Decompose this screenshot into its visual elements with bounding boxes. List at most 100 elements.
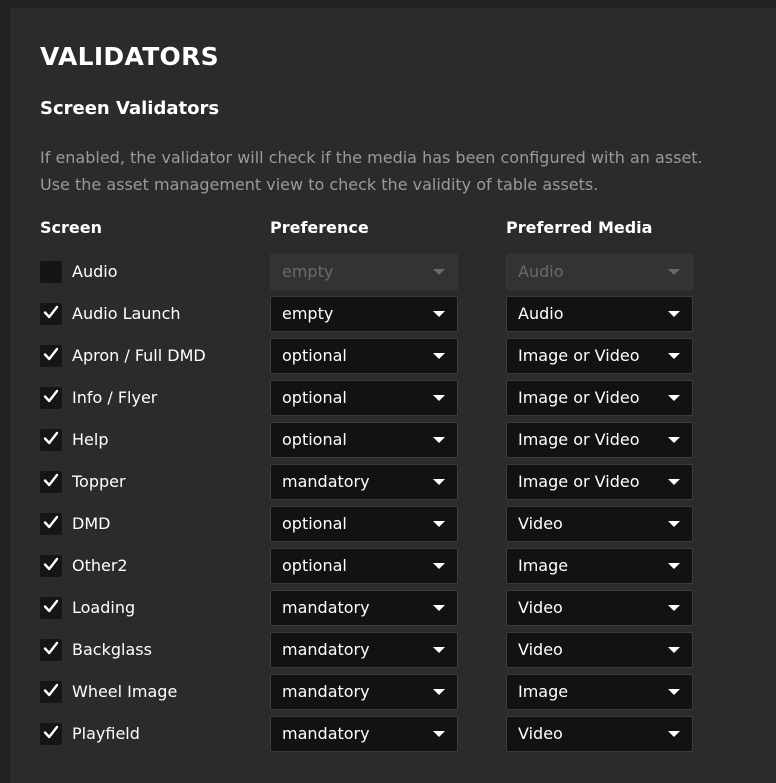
screen-label: Other2 — [72, 556, 128, 575]
preference-dropdown[interactable]: optional — [270, 506, 458, 542]
validator-row: Wheel Image mandatory Image — [10, 674, 776, 710]
preferred-media-value: Image — [518, 682, 569, 701]
preferred-media-dropdown[interactable]: Image — [506, 674, 693, 710]
preference-dropdown[interactable]: mandatory — [270, 632, 458, 668]
preference-value: empty — [282, 304, 334, 323]
enable-checkbox[interactable] — [40, 345, 62, 367]
preference-value: optional — [282, 430, 347, 449]
preference-dropdown[interactable]: optional — [270, 338, 458, 374]
chevron-down-icon — [433, 269, 445, 275]
screen-label: Playfield — [72, 724, 140, 743]
enable-checkbox[interactable] — [40, 513, 62, 535]
preferred-media-dropdown[interactable]: Video — [506, 716, 693, 752]
screen-label: Help — [72, 430, 109, 449]
enable-checkbox[interactable] — [40, 429, 62, 451]
preference-value: empty — [282, 262, 334, 281]
enable-checkbox[interactable] — [40, 555, 62, 577]
screen-label: DMD — [72, 514, 111, 533]
preferred-media-value: Image — [518, 556, 569, 575]
validator-row: Help optional Image or Video — [10, 422, 776, 458]
description-line-2: Use the asset management view to check t… — [40, 175, 599, 194]
preferred-media-dropdown[interactable]: Image or Video — [506, 464, 693, 500]
validator-row: Apron / Full DMD optional Image or Video — [10, 338, 776, 374]
preference-value: mandatory — [282, 640, 370, 659]
validator-row: Audio Launch empty Audio — [10, 296, 776, 332]
preferred-media-dropdown[interactable]: Video — [506, 632, 693, 668]
chevron-down-icon — [668, 395, 680, 401]
validator-row: Info / Flyer optional Image or Video — [10, 380, 776, 416]
preference-value: optional — [282, 388, 347, 407]
validator-row: Topper mandatory Image or Video — [10, 464, 776, 500]
chevron-down-icon — [433, 479, 445, 485]
screen-label: Topper — [72, 472, 126, 491]
enable-checkbox[interactable] — [40, 303, 62, 325]
preference-dropdown[interactable]: empty — [270, 296, 458, 332]
chevron-down-icon — [433, 563, 445, 569]
validator-row: Other2 optional Image — [10, 548, 776, 584]
preferred-media-value: Image or Video — [518, 388, 640, 407]
chevron-down-icon — [433, 689, 445, 695]
enable-checkbox[interactable] — [40, 681, 62, 703]
chevron-down-icon — [668, 563, 680, 569]
preference-value: optional — [282, 346, 347, 365]
checkmark-icon — [42, 597, 60, 619]
preference-dropdown[interactable]: optional — [270, 422, 458, 458]
chevron-down-icon — [668, 479, 680, 485]
validator-row: DMD optional Video — [10, 506, 776, 542]
preferred-media-dropdown[interactable]: Image — [506, 548, 693, 584]
chevron-down-icon — [668, 437, 680, 443]
chevron-down-icon — [668, 605, 680, 611]
checkmark-icon — [42, 345, 60, 367]
chevron-down-icon — [433, 731, 445, 737]
section-title: Screen Validators — [40, 98, 220, 119]
validators-panel: VALIDATORS Screen Validators If enabled,… — [10, 8, 776, 783]
column-header-preference: Preference — [270, 218, 369, 237]
preferred-media-value: Audio — [518, 262, 564, 281]
screen-label: Wheel Image — [72, 682, 178, 701]
preference-value: optional — [282, 556, 347, 575]
enable-checkbox[interactable] — [40, 639, 62, 661]
preferred-media-value: Audio — [518, 304, 564, 323]
preferred-media-dropdown[interactable]: Video — [506, 590, 693, 626]
preferred-media-dropdown[interactable]: Audio — [506, 296, 693, 332]
checkmark-icon — [42, 639, 60, 661]
preferred-media-value: Video — [518, 514, 563, 533]
enable-checkbox[interactable] — [40, 723, 62, 745]
preferred-media-dropdown[interactable]: Image or Video — [506, 380, 693, 416]
enable-checkbox[interactable] — [40, 597, 62, 619]
chevron-down-icon — [433, 521, 445, 527]
validator-row: Loading mandatory Video — [10, 590, 776, 626]
preference-dropdown[interactable]: optional — [270, 548, 458, 584]
preference-dropdown[interactable]: mandatory — [270, 716, 458, 752]
validator-row: Backglass mandatory Video — [10, 632, 776, 668]
chevron-down-icon — [668, 311, 680, 317]
preference-value: optional — [282, 514, 347, 533]
preference-dropdown[interactable]: mandatory — [270, 464, 458, 500]
screen-label: Audio Launch — [72, 304, 181, 323]
preference-dropdown[interactable]: mandatory — [270, 674, 458, 710]
preferred-media-dropdown[interactable]: Image or Video — [506, 338, 693, 374]
screen-label: Apron / Full DMD — [72, 346, 206, 365]
preference-value: mandatory — [282, 472, 370, 491]
preferred-media-dropdown[interactable]: Video — [506, 506, 693, 542]
chevron-down-icon — [433, 395, 445, 401]
preference-dropdown[interactable]: mandatory — [270, 590, 458, 626]
enable-checkbox[interactable] — [40, 261, 62, 283]
chevron-down-icon — [668, 731, 680, 737]
screen-label: Loading — [72, 598, 136, 617]
chevron-down-icon — [433, 605, 445, 611]
preference-dropdown[interactable]: optional — [270, 380, 458, 416]
preferred-media-value: Video — [518, 724, 563, 743]
chevron-down-icon — [433, 437, 445, 443]
preferred-media-dropdown[interactable]: Image or Video — [506, 422, 693, 458]
chevron-down-icon — [433, 311, 445, 317]
chevron-down-icon — [668, 521, 680, 527]
enable-checkbox[interactable] — [40, 387, 62, 409]
enable-checkbox[interactable] — [40, 471, 62, 493]
preferred-media-value: Video — [518, 640, 563, 659]
column-header-preferred-media: Preferred Media — [506, 218, 653, 237]
checkmark-icon — [42, 303, 60, 325]
checkmark-icon — [42, 471, 60, 493]
screen-label: Info / Flyer — [72, 388, 158, 407]
chevron-down-icon — [433, 647, 445, 653]
